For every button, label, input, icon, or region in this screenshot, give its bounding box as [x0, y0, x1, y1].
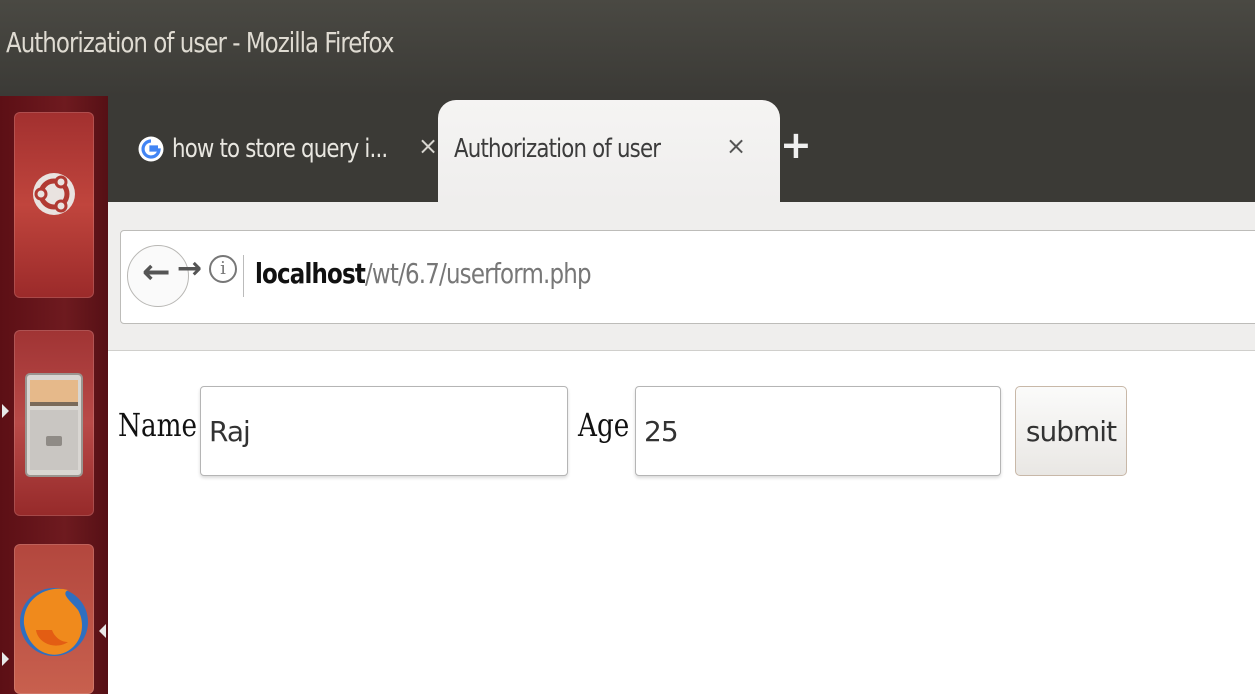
url-path: /wt/6.7/userform.php: [365, 257, 592, 290]
tab-close-icon[interactable]: ×: [726, 132, 746, 160]
forward-button[interactable]: →: [177, 251, 202, 286]
window-titlebar: Authorization of user - Mozilla Firefox: [0, 0, 1255, 96]
launcher-firefox-button[interactable]: [14, 544, 94, 694]
url-text[interactable]: localhost/wt/6.7/userform.php: [255, 257, 592, 290]
navigation-bar: ← → i localhost/wt/6.7/userform.php: [108, 202, 1255, 351]
ubuntu-logo-icon: [33, 173, 75, 215]
google-icon: [138, 136, 164, 162]
url-host: localhost: [255, 257, 366, 290]
launcher-dash-button[interactable]: [14, 112, 94, 298]
tab-label: Authorization of user: [454, 134, 661, 164]
tab-strip: how to store query i... × Authorization …: [108, 96, 1255, 202]
name-label: Name: [118, 406, 198, 444]
name-input[interactable]: [200, 386, 568, 476]
url-bar[interactable]: ← → i localhost/wt/6.7/userform.php: [120, 230, 1255, 324]
tab-close-icon[interactable]: ×: [418, 132, 438, 160]
tab-google-search[interactable]: how to store query i... ×: [128, 96, 448, 202]
url-separator: [243, 255, 244, 297]
site-info-icon[interactable]: i: [209, 255, 237, 283]
firefox-icon: [20, 588, 88, 656]
launcher-running-indicator: [2, 404, 9, 418]
tab-label: how to store query i...: [172, 134, 388, 164]
submit-button[interactable]: submit: [1015, 386, 1127, 476]
launcher-running-indicator: [2, 652, 9, 666]
back-arrow-icon: ←: [142, 252, 171, 292]
files-icon: [25, 373, 83, 477]
tab-authorization[interactable]: Authorization of user ×: [438, 100, 780, 202]
age-label: Age: [578, 406, 630, 444]
new-tab-button[interactable]: +: [780, 126, 812, 164]
launcher-files-button[interactable]: [14, 330, 94, 516]
age-input[interactable]: [635, 386, 1001, 476]
launcher-focused-indicator: [99, 624, 106, 638]
window-title: Authorization of user - Mozilla Firefox: [6, 26, 394, 59]
